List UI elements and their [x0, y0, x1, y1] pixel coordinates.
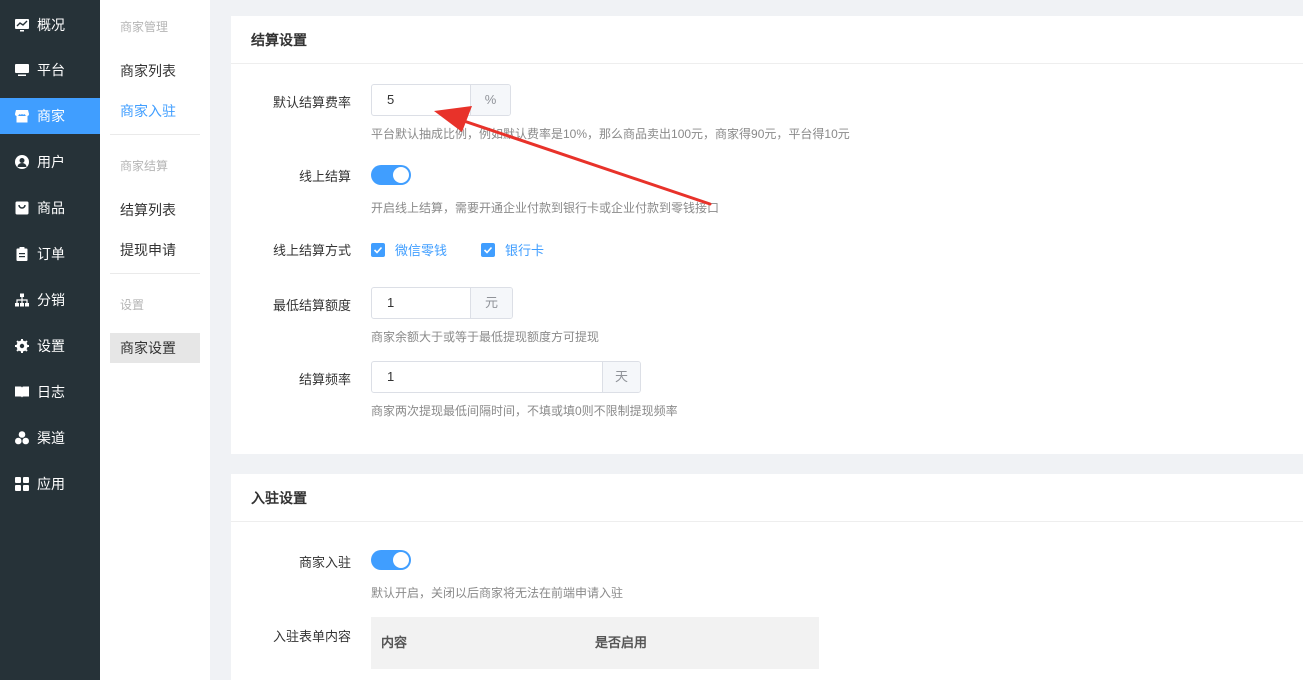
online-settlement-switch[interactable] [371, 165, 411, 185]
nav-item-logs[interactable]: 日志 [0, 374, 100, 410]
submenu-group-merchant-management: 商家管理 [120, 20, 169, 34]
dashboard-icon [15, 18, 29, 32]
clipboard-icon [15, 247, 29, 261]
submenu-item-merchant-join[interactable]: 商家入驻 [110, 96, 200, 126]
method-wechat-checkbox[interactable]: 微信零钱 [371, 240, 447, 259]
switch-knob [393, 167, 409, 183]
goods-icon [15, 201, 29, 215]
nav-item-distribution[interactable]: 分销 [0, 282, 100, 318]
yuan-unit: 元 [470, 288, 512, 318]
nav-item-label: 设置 [37, 338, 65, 354]
nav-item-label: 分销 [37, 292, 65, 308]
secondary-menu: 商家管理 商家列表 商家入驻 商家结算 结算列表 提现申请 设置 商家设置 [100, 0, 210, 680]
join-settings-card: 入驻设置 商家入驻 默认开启，关闭以后商家将无法在前端申请入驻 入驻表单内容 内… [231, 474, 1303, 680]
cubes-icon [15, 431, 29, 445]
default-fee-input-group: 5 % [371, 84, 511, 116]
settlement-frequency-input[interactable]: 1 [372, 362, 602, 392]
settlement-settings-title: 结算设置 [231, 16, 1303, 64]
nav-item-overview[interactable]: 概况 [0, 7, 100, 43]
nav-item-users[interactable]: 用户 [0, 144, 100, 180]
merchant-join-switch[interactable] [371, 550, 411, 570]
nav-item-apps[interactable]: 应用 [0, 466, 100, 502]
nav-item-label: 概况 [37, 17, 65, 33]
user-icon [15, 155, 29, 169]
submenu-item-withdraw-requests[interactable]: 提现申请 [110, 235, 200, 265]
submenu-divider [110, 134, 200, 135]
book-icon [15, 385, 29, 399]
column-header-content: 内容 [381, 635, 408, 650]
settlement-frequency-hint: 商家两次提现最低间隔时间，不填或填0则不限制提现频率 [371, 404, 678, 418]
online-settlement-label: 线上结算 [298, 169, 351, 184]
default-fee-hint: 平台默认抽成比例，例如默认费率是10%，那么商品卖出100元，商家得90元，平台… [371, 127, 850, 141]
checkmark-icon [371, 242, 385, 257]
gear-icon [15, 339, 29, 353]
nav-item-label: 平台 [37, 62, 65, 78]
nav-item-label: 应用 [37, 476, 65, 492]
store-icon [15, 109, 29, 123]
checkmark-icon [481, 242, 495, 257]
default-fee-input[interactable]: 5 [372, 85, 470, 115]
settlement-frequency-input-group: 1 天 [371, 361, 641, 393]
nav-item-merchant[interactable]: 商家 [0, 98, 100, 134]
day-unit: 天 [602, 362, 640, 392]
min-settlement-input-group: 1 元 [371, 287, 513, 319]
settlement-settings-card: 结算设置 默认结算费率 5 % 平台默认抽成比例，例如默认费率是10%，那么商品… [231, 16, 1303, 454]
min-settlement-hint: 商家余额大于或等于最低提现额度方可提现 [371, 330, 600, 344]
settlement-method-label: 线上结算方式 [272, 243, 351, 258]
nav-item-orders[interactable]: 订单 [0, 236, 100, 272]
switch-knob [393, 552, 409, 568]
join-form-table-header: 内容 是否启用 [371, 617, 819, 669]
nav-item-platform[interactable]: 平台 [0, 52, 100, 88]
method-bank-checkbox[interactable]: 银行卡 [481, 240, 544, 259]
submenu-divider [110, 273, 200, 274]
join-form-label: 入驻表单内容 [272, 629, 351, 644]
join-settings-title: 入驻设置 [231, 474, 1303, 522]
method-wechat-label: 微信零钱 [395, 243, 448, 258]
submenu-group-settings: 设置 [120, 298, 145, 312]
min-settlement-label: 最低结算额度 [272, 298, 351, 313]
settlement-frequency-label: 结算频率 [298, 372, 351, 387]
nav-item-label: 渠道 [37, 430, 65, 446]
submenu-item-settlement-list[interactable]: 结算列表 [110, 195, 200, 225]
nav-item-channels[interactable]: 渠道 [0, 420, 100, 456]
submenu-group-merchant-settlement: 商家结算 [120, 159, 169, 173]
method-bank-label: 银行卡 [505, 243, 545, 258]
nav-item-label: 商品 [37, 200, 65, 216]
merchant-join-label: 商家入驻 [298, 555, 351, 570]
merchant-join-hint: 默认开启，关闭以后商家将无法在前端申请入驻 [371, 586, 624, 600]
nav-item-label: 用户 [37, 154, 65, 170]
submenu-item-merchant-settings[interactable]: 商家设置 [110, 333, 200, 363]
nav-item-label: 订单 [37, 246, 65, 262]
primary-sidebar: 概况 平台 商家 用户 商品 订单 分销 设置 日志 渠道 应用 [0, 0, 100, 680]
nav-item-settings[interactable]: 设置 [0, 328, 100, 364]
nav-item-label: 日志 [37, 384, 65, 400]
nav-item-goods[interactable]: 商品 [0, 190, 100, 226]
nav-item-label: 商家 [37, 108, 65, 124]
percent-unit: % [470, 85, 510, 115]
column-header-enabled: 是否启用 [595, 635, 648, 650]
sitemap-icon [15, 293, 29, 307]
submenu-item-merchant-list[interactable]: 商家列表 [110, 56, 200, 86]
default-fee-label: 默认结算费率 [272, 95, 351, 110]
min-settlement-input[interactable]: 1 [372, 288, 470, 318]
monitor-icon [15, 63, 29, 77]
grid-icon [15, 477, 29, 491]
online-settlement-hint: 开启线上结算，需要开通企业付款到银行卡或企业付款到零钱接口 [371, 201, 720, 215]
